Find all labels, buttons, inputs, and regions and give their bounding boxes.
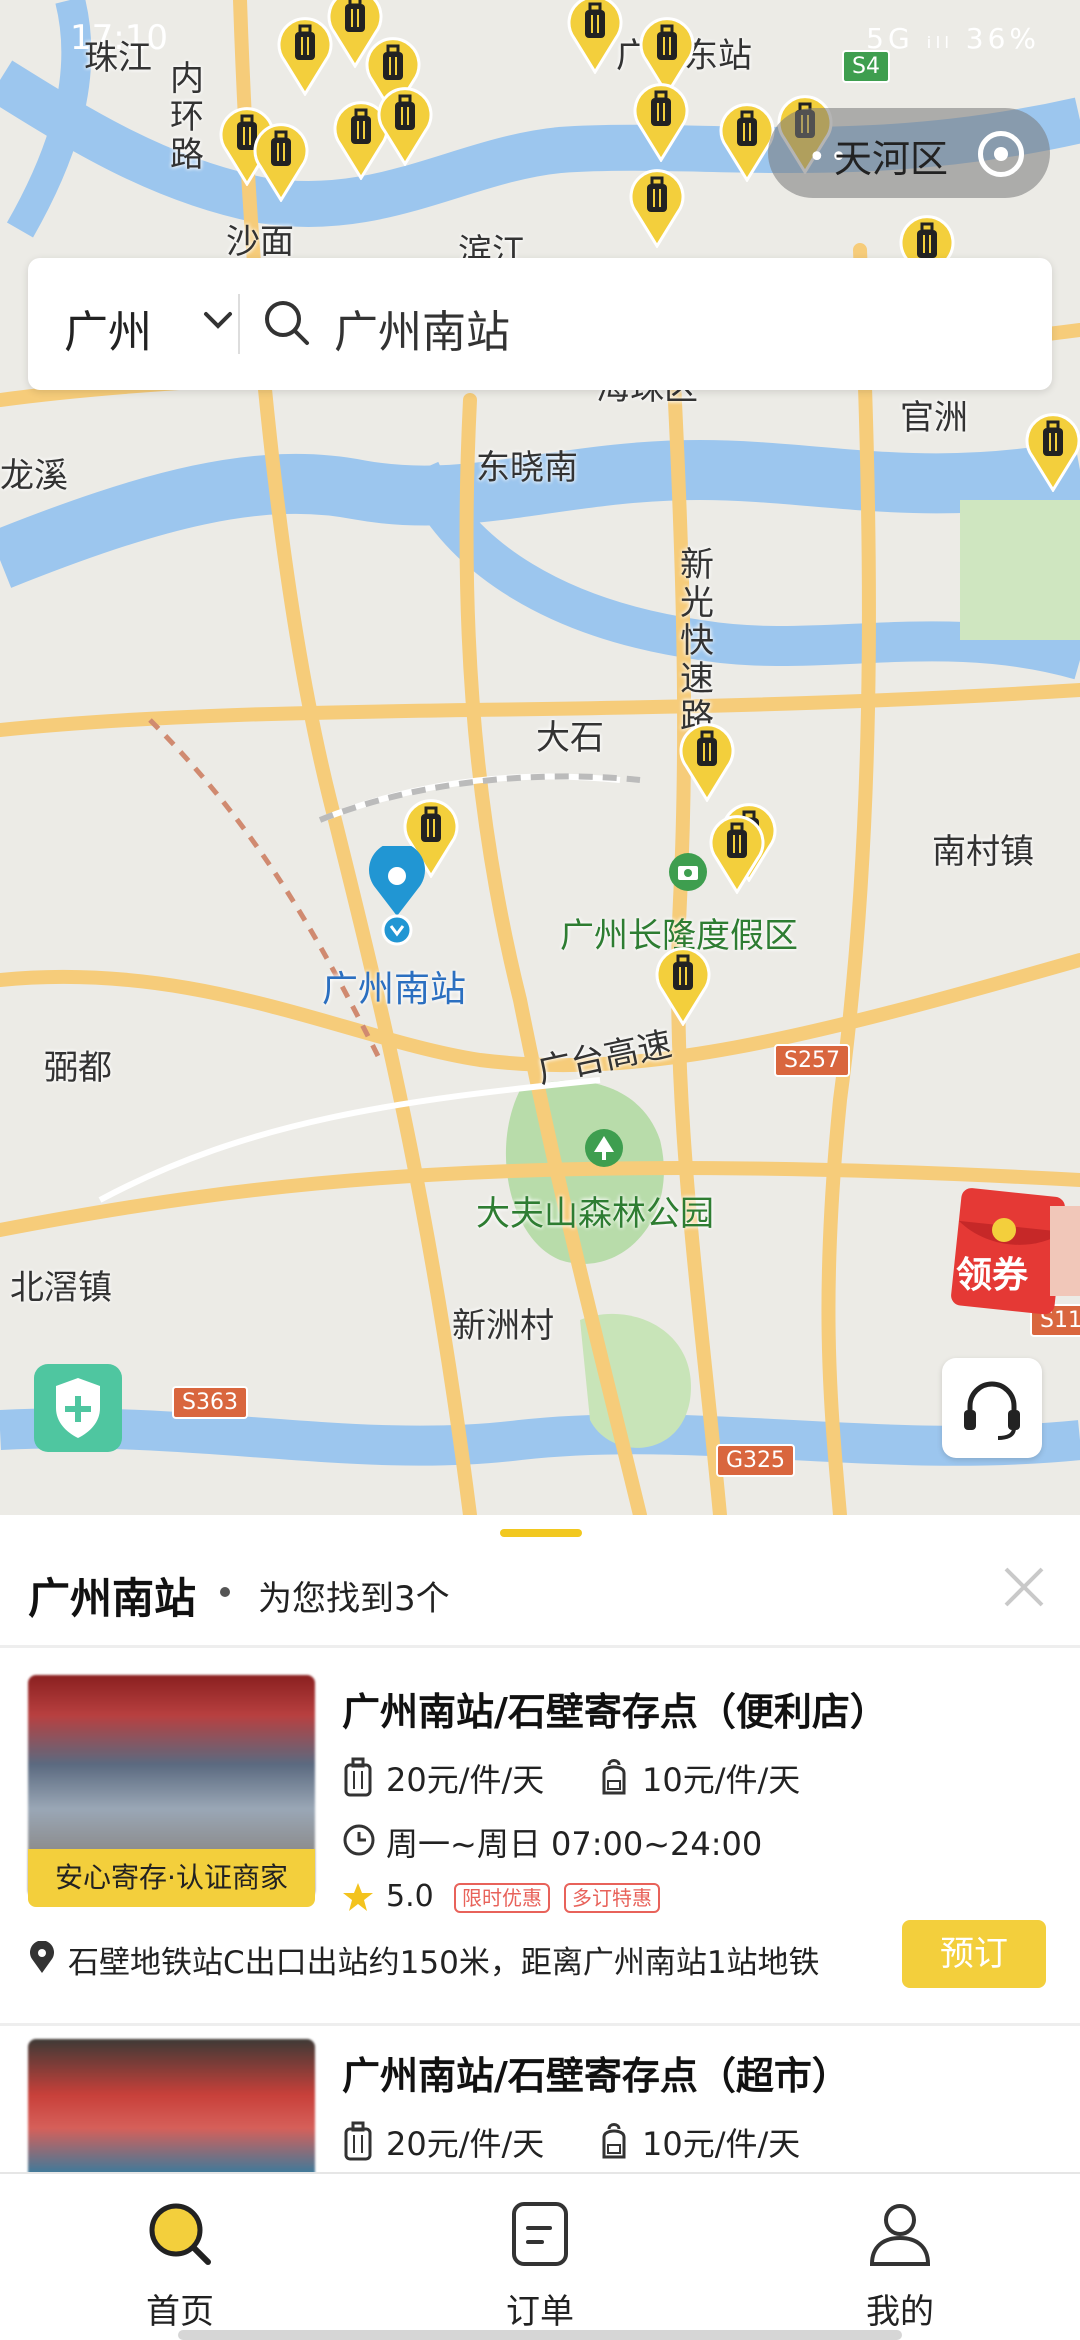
book-button[interactable]: 预订 bbox=[902, 1920, 1046, 1988]
tab-orders[interactable]: 订单 bbox=[420, 2174, 660, 2340]
place-label: 新洲村 bbox=[452, 1306, 554, 1346]
luggage-pin-icon[interactable] bbox=[676, 720, 738, 802]
luggage-pin-icon[interactable] bbox=[626, 166, 688, 248]
luggage-pin-icon[interactable] bbox=[374, 84, 436, 166]
backpack-icon bbox=[602, 1759, 626, 1795]
star-icon bbox=[343, 1883, 373, 1911]
place-label: 沙面 bbox=[226, 222, 294, 262]
station-label: 广州南站 bbox=[322, 969, 467, 1010]
status-indicators: 5G ᵢₗₗ 36% bbox=[866, 22, 1040, 55]
place-label: 弼都 bbox=[44, 1048, 112, 1088]
divider bbox=[0, 1645, 1080, 1648]
price-large-text: 20元/件/天 bbox=[386, 1761, 545, 1799]
place-label: 珠江 bbox=[84, 38, 152, 78]
drag-handle[interactable] bbox=[500, 1529, 582, 1537]
search-icon bbox=[265, 301, 309, 345]
luggage-pin-icon[interactable] bbox=[630, 80, 692, 162]
headset-icon bbox=[964, 1381, 1020, 1440]
coupon-label: 领券 bbox=[956, 1255, 1029, 1296]
separator-dot bbox=[220, 1587, 230, 1597]
search-bar: 广州 广州南站 bbox=[28, 258, 1052, 390]
place-label: 新光快速路 bbox=[680, 545, 714, 737]
price-small-text: 10元/件/天 bbox=[642, 2125, 801, 2163]
backpack-icon bbox=[602, 2123, 626, 2159]
locate-icon[interactable] bbox=[978, 131, 1024, 177]
tab-label: 我的 bbox=[866, 2292, 934, 2332]
luggage-pin-icon[interactable] bbox=[250, 120, 312, 202]
store-name: 广州南站/石壁寄存点（超市） bbox=[342, 2054, 850, 2098]
chevron-down-icon[interactable] bbox=[202, 310, 234, 332]
road-badge: S4 bbox=[842, 50, 890, 83]
district-pill[interactable]: •• 天河区 bbox=[768, 108, 1050, 198]
place-label: 官洲 bbox=[900, 398, 968, 438]
luggage-pin-icon[interactable] bbox=[564, 0, 626, 74]
promo-tag: 多订特惠 bbox=[564, 1883, 660, 1913]
rating-value: 5.0 bbox=[386, 1879, 434, 1914]
tab-profile[interactable]: 我的 bbox=[780, 2174, 1020, 2340]
sheet-title: 广州南站 bbox=[28, 1574, 197, 1623]
store-photo bbox=[28, 2039, 315, 2177]
place-label: 南村镇 bbox=[932, 832, 1034, 872]
suitcase-icon bbox=[344, 2121, 372, 2161]
tab-bar: 首页 订单 我的 bbox=[0, 2172, 1080, 2340]
luggage-pin-icon[interactable] bbox=[1022, 410, 1080, 492]
result-count: 为您找到3个 bbox=[258, 1579, 450, 1619]
tab-home[interactable]: 首页 bbox=[60, 2174, 300, 2340]
price-small-text: 10元/件/天 bbox=[642, 1761, 801, 1799]
price-large-text: 20元/件/天 bbox=[386, 2125, 545, 2163]
profile-icon bbox=[869, 2204, 931, 2266]
result-card[interactable]: 广州南站/石壁寄存点（超市） 20元/件/天 10元/件/天 bbox=[0, 2027, 1080, 2177]
district-label: 天河区 bbox=[834, 137, 949, 181]
road-badge: G325 bbox=[716, 1444, 796, 1477]
tab-label: 首页 bbox=[146, 2292, 214, 2332]
store-address: 石壁地铁站C出口出站约150米，距离广州南站1站地铁 bbox=[68, 1945, 820, 1981]
road-badge: S257 bbox=[774, 1044, 850, 1077]
road-badge: S363 bbox=[172, 1386, 248, 1419]
store-name: 广州南站/石壁寄存点（便利店） bbox=[342, 1690, 888, 1734]
promo-tag: 限时优惠 bbox=[454, 1883, 550, 1913]
tree-icon bbox=[585, 1129, 623, 1167]
location-pin-icon[interactable] bbox=[362, 846, 432, 946]
place-label: 北滘镇 bbox=[10, 1268, 112, 1308]
luggage-pin-icon[interactable] bbox=[652, 944, 714, 1026]
shield-icon bbox=[56, 1378, 100, 1438]
opening-hours: 周一~周日 07:00~24:00 bbox=[386, 1825, 763, 1863]
results-sheet: 广州南站 为您找到3个 安心寄存·认证商家 广州南站/石壁寄存点（便利店） 20… bbox=[0, 1515, 1080, 2177]
status-bar: 17:10 5G ᵢₗₗ 36% bbox=[0, 0, 1080, 80]
location-icon bbox=[30, 1941, 54, 1973]
tab-label: 订单 bbox=[506, 2292, 574, 2332]
map-view[interactable]: 17:10 5G ᵢₗₗ 36% 珠江 内环路 沙面 滨江 广州东站 海珠区 官… bbox=[0, 0, 1080, 1515]
search-input[interactable]: 广州南站 bbox=[334, 296, 510, 360]
clock-icon bbox=[343, 1824, 375, 1856]
place-label: 龙溪 bbox=[0, 456, 68, 496]
place-label: 内环路 bbox=[170, 59, 204, 175]
camera-icon bbox=[669, 853, 707, 891]
result-card[interactable]: 安心寄存·认证商家 广州南站/石壁寄存点（便利店） 20元/件/天 10元/件/… bbox=[0, 1675, 1080, 2026]
suitcase-icon bbox=[344, 1757, 372, 1797]
luggage-pin-icon[interactable] bbox=[706, 812, 768, 894]
coupon-button[interactable]: 领券 bbox=[946, 1186, 1080, 1316]
verified-badge: 安心寄存·认证商家 bbox=[28, 1849, 315, 1907]
safety-button[interactable] bbox=[34, 1364, 122, 1452]
search-icon bbox=[149, 2203, 211, 2265]
place-label: 东晓南 bbox=[476, 448, 578, 488]
city-selector[interactable]: 广州 bbox=[64, 296, 152, 360]
place-label: 大夫山森林公园 bbox=[476, 1194, 714, 1234]
search-divider bbox=[238, 294, 240, 354]
place-label: 大石 bbox=[536, 718, 604, 758]
home-indicator bbox=[178, 2330, 902, 2340]
close-icon[interactable] bbox=[1000, 1563, 1048, 1611]
customer-service-button[interactable] bbox=[942, 1358, 1042, 1458]
divider bbox=[0, 2023, 1080, 2026]
order-icon bbox=[512, 2202, 568, 2266]
